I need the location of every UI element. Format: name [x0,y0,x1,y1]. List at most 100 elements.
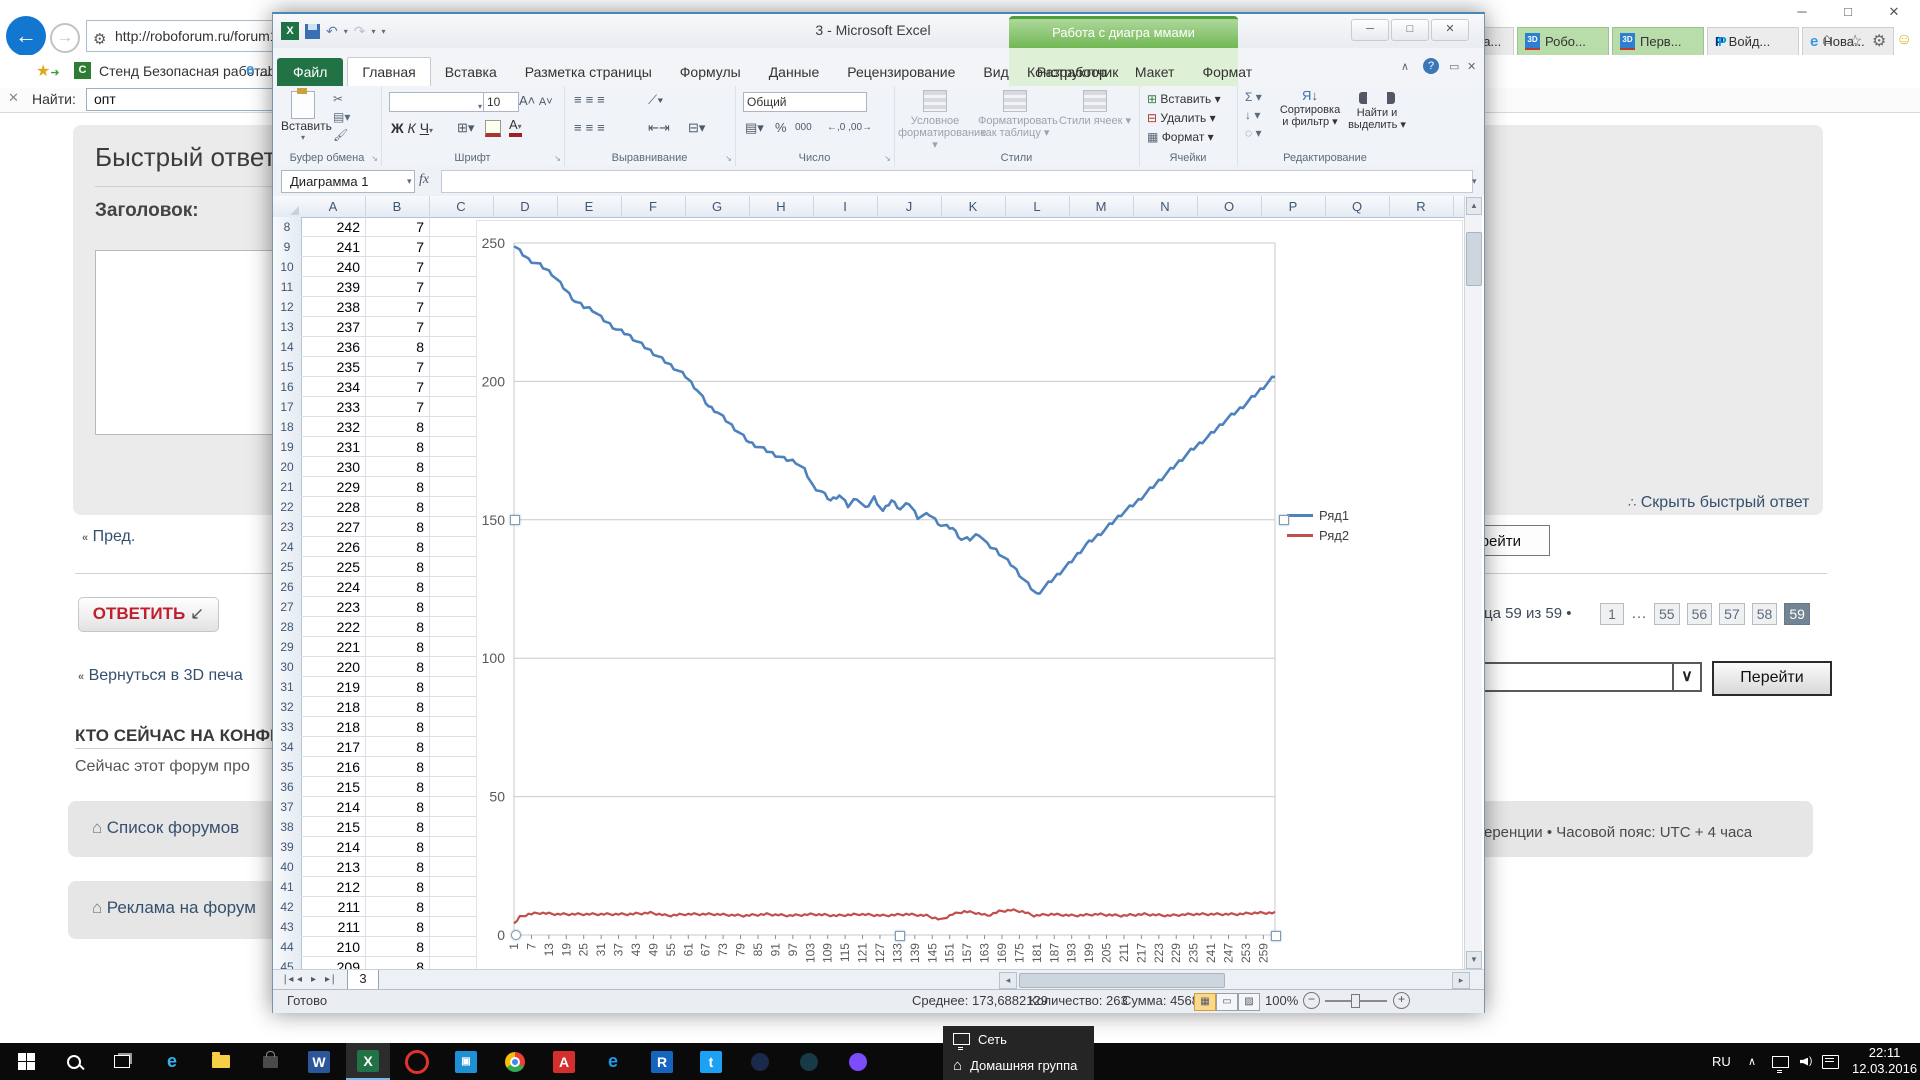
hscroll-left-icon[interactable]: ◂ [999,972,1017,989]
font-color-icon[interactable]: А▾ [509,118,522,137]
cell-B44[interactable]: 8 [365,937,429,957]
conditional-formatting-button[interactable]: Условное форматирование ▾ [898,90,972,151]
cell-A19[interactable]: 231 [301,437,365,457]
cell-A33[interactable]: 218 [301,717,365,737]
cell-A34[interactable]: 217 [301,737,365,757]
currency-icon[interactable]: ▤▾ [745,120,764,136]
taskbar-app-word[interactable]: W [297,1043,341,1080]
row-header-34[interactable]: 34 [273,737,302,758]
row-header-32[interactable]: 32 [273,697,302,718]
cell-A38[interactable]: 215 [301,817,365,837]
name-box[interactable]: Диаграмма 1 [281,170,415,193]
cell-A36[interactable]: 215 [301,777,365,797]
chart-legend[interactable]: Ряд1Ряд2 [1287,505,1349,545]
column-header-R[interactable]: R [1389,196,1454,217]
ribbon-tab-Вставка[interactable]: Вставка [431,58,511,86]
taskbar-app-app-purple[interactable] [836,1043,880,1080]
column-header-F[interactable]: F [621,196,686,217]
row-header-40[interactable]: 40 [273,857,302,878]
autosum-icon[interactable]: Σ ▾ [1245,90,1262,105]
cell-B21[interactable]: 8 [365,477,429,497]
row-header-11[interactable]: 11 [273,277,302,298]
page-link-56[interactable]: 56 [1687,603,1713,625]
column-header-P[interactable]: P [1261,196,1326,217]
column-header-M[interactable]: M [1069,196,1134,217]
page-link-55[interactable]: 55 [1654,603,1680,625]
cell-A41[interactable]: 212 [301,877,365,897]
goto-button[interactable]: Перейти [1712,661,1832,696]
collapse-ribbon-icon[interactable]: ∧ [1401,60,1409,73]
legend-item-Ряд1[interactable]: Ряд1 [1287,505,1349,525]
copy-icon[interactable]: ▤▾ [333,110,350,125]
tray-chevron-icon[interactable]: ∧ [1748,1043,1756,1080]
cell-A24[interactable]: 226 [301,537,365,557]
format-as-table-button[interactable]: Форматировать как таблицу ▾ [978,90,1052,139]
ribbon-tab-Рецензирование[interactable]: Рецензирование [833,58,969,86]
legend-item-Ряд2[interactable]: Ряд2 [1287,525,1349,545]
row-header-20[interactable]: 20 [273,457,302,478]
row-header-19[interactable]: 19 [273,437,302,458]
bold-italic-underline-buttons[interactable]: Ж К Ч▾ [391,120,433,136]
clock[interactable]: 22:11 12.03.2016 [1852,1045,1917,1080]
row-header-16[interactable]: 16 [273,377,302,398]
cell-B39[interactable]: 8 [365,837,429,857]
cell-B32[interactable]: 8 [365,697,429,717]
find-select-button[interactable]: Найти и выделить ▾ [1345,90,1409,131]
zoom-in-icon[interactable]: + [1393,992,1410,1009]
cell-B30[interactable]: 8 [365,657,429,677]
cell-B34[interactable]: 8 [365,737,429,757]
clear-icon[interactable]: ◌ ▾ [1245,126,1262,141]
row-header-29[interactable]: 29 [273,637,302,658]
fill-color-icon[interactable] [485,120,501,137]
paste-button[interactable]: Вставить ▾ [281,91,325,149]
cell-B10[interactable]: 7 [365,257,429,277]
page-link-1[interactable]: 1 [1600,603,1624,625]
cell-A30[interactable]: 220 [301,657,365,677]
network-icon[interactable] [1772,1043,1789,1080]
cell-A27[interactable]: 223 [301,597,365,617]
series-Ряд2[interactable] [514,909,1275,923]
fill-icon[interactable]: ↓ ▾ [1245,108,1260,123]
cell-A42[interactable]: 211 [301,897,365,917]
number-format-select[interactable]: Общий [743,92,867,112]
worksheet[interactable]: ABCDEFGHIJKLMNOPQR 824279241710240711239… [273,196,1484,969]
row-header-31[interactable]: 31 [273,677,302,698]
redo-dropdown-icon[interactable]: ▾ [371,27,375,36]
column-header-K[interactable]: K [941,196,1006,217]
cell-A44[interactable]: 210 [301,937,365,957]
cell-B45[interactable]: 8 [365,957,429,969]
excel-maximize-button[interactable]: □ [1391,19,1429,41]
qat-customize-icon[interactable]: ▾ [382,27,386,36]
row-header-44[interactable]: 44 [273,937,302,958]
cell-A13[interactable]: 237 [301,317,365,337]
cell-A10[interactable]: 240 [301,257,365,277]
taskbar-app-excel[interactable]: X [346,1043,390,1080]
grow-font-icon[interactable]: A˄ A˅ [519,93,553,108]
row-header-38[interactable]: 38 [273,817,302,838]
row-header-41[interactable]: 41 [273,877,302,898]
cell-B29[interactable]: 8 [365,637,429,657]
cell-B33[interactable]: 8 [365,717,429,737]
column-header-J[interactable]: J [877,196,942,217]
cell-B41[interactable]: 8 [365,877,429,897]
row-header-22[interactable]: 22 [273,497,302,518]
cell-B27[interactable]: 8 [365,597,429,617]
cell-A35[interactable]: 216 [301,757,365,777]
cell-B22[interactable]: 8 [365,497,429,517]
row-header-14[interactable]: 14 [273,337,302,358]
row-header-28[interactable]: 28 [273,617,302,638]
cell-A9[interactable]: 241 [301,237,365,257]
indent-icons[interactable]: ⇤⇥ [648,120,670,136]
row-header-45[interactable]: 45 [273,957,302,969]
sheet-nav-last-icon[interactable]: ▸❘ [325,974,336,985]
cell-B42[interactable]: 8 [365,897,429,917]
row-header-24[interactable]: 24 [273,537,302,558]
cell-B17[interactable]: 7 [365,397,429,417]
undo-icon[interactable]: ↶ [326,23,338,40]
taskbar-app-edge[interactable]: e [591,1043,635,1080]
zoom-out-icon[interactable]: − [1303,992,1320,1009]
cell-A26[interactable]: 224 [301,577,365,597]
scroll-down-icon[interactable]: ▼ [1466,951,1482,969]
sheet-nav-first-icon[interactable]: ❘◂ [281,974,292,985]
cell-B25[interactable]: 8 [365,557,429,577]
